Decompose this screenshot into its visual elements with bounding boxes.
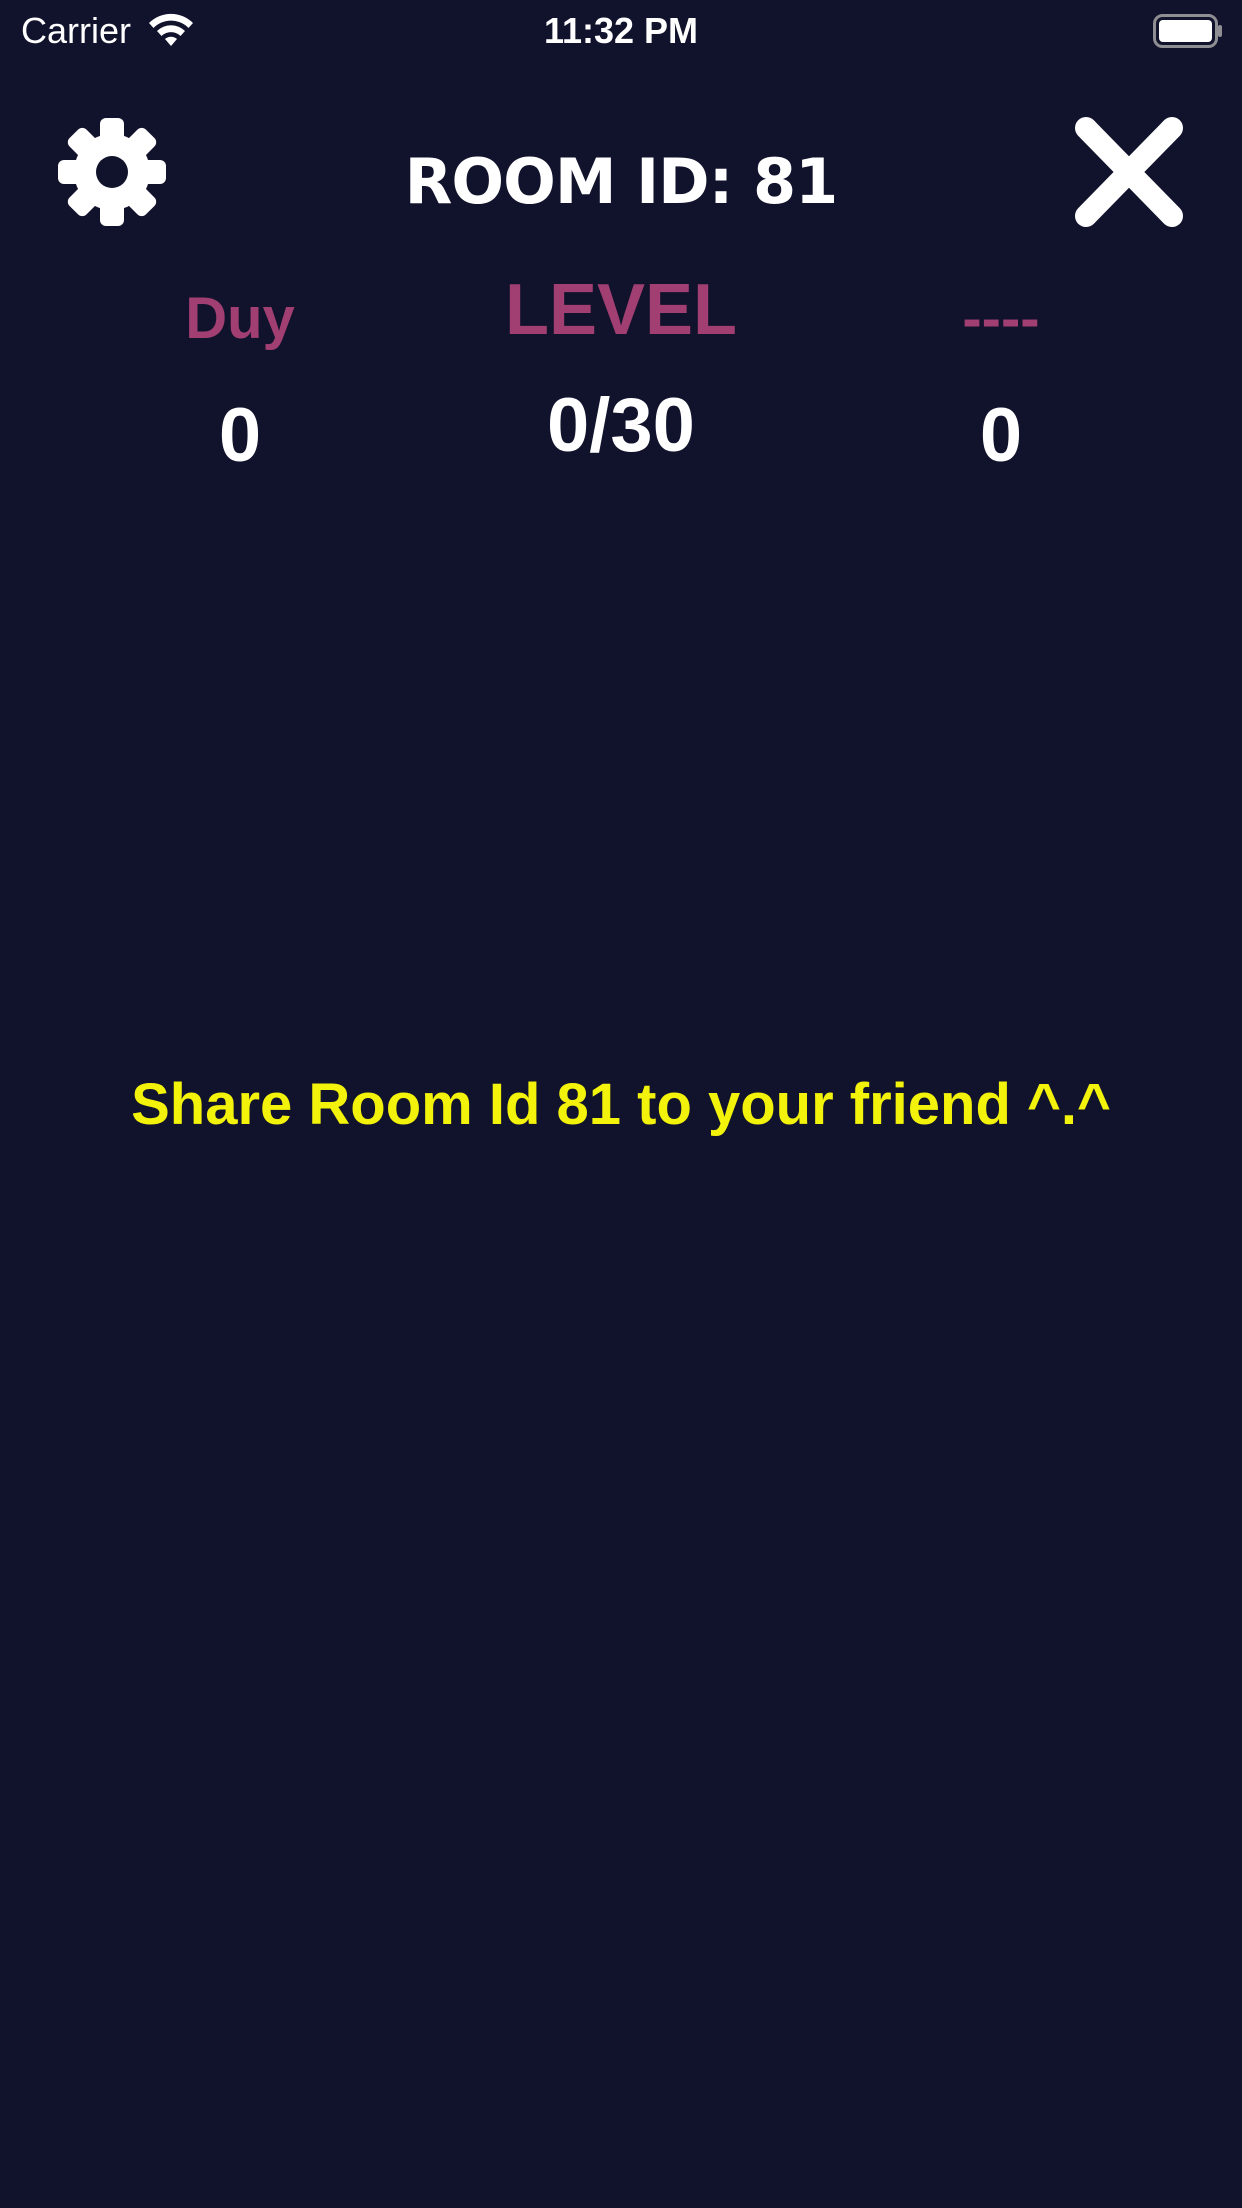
player2-panel: ---- 0 bbox=[851, 286, 1151, 478]
player1-name: Duy bbox=[185, 286, 295, 351]
close-icon bbox=[1075, 117, 1183, 227]
level-panel: LEVEL 0/30 bbox=[471, 270, 771, 468]
status-time: 11:32 PM bbox=[543, 10, 699, 51]
player1-panel: Duy 0 bbox=[90, 286, 390, 478]
level-label: LEVEL bbox=[504, 270, 738, 350]
level-progress: 0/30 bbox=[547, 383, 695, 468]
room-id-title: ROOM ID: 81 bbox=[404, 145, 839, 218]
battery-icon bbox=[1153, 14, 1222, 48]
status-bar: Carrier 11:32 PM bbox=[0, 0, 1242, 62]
player2-name: ---- bbox=[962, 286, 1040, 351]
player1-score: 0 bbox=[218, 393, 262, 478]
player2-score: 0 bbox=[979, 393, 1023, 478]
close-button[interactable] bbox=[1074, 116, 1184, 228]
share-room-message: Share Room Id 81 to your friend ^.^ bbox=[131, 1072, 1111, 1137]
